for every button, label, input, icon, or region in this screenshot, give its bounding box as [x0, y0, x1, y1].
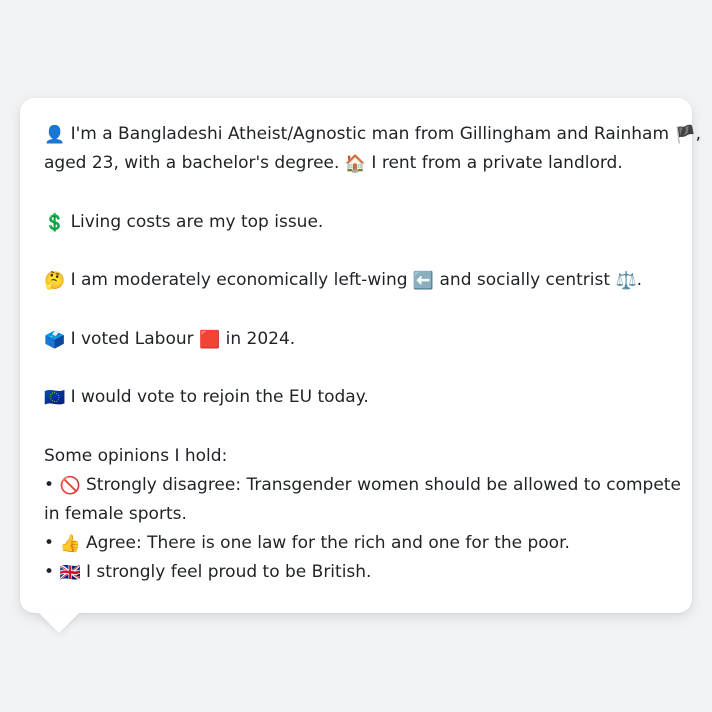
prohibited-icon: 🚫 [59, 475, 81, 496]
opinion-text: I strongly feel proud to be British. [86, 561, 372, 582]
opinion-item: • 👍 Agree: There is one law for the rich… [44, 529, 672, 558]
profile-identity-text: I'm a Bangladeshi Atheist/Agnostic man f… [70, 124, 670, 144]
ballot-box-icon: 🗳️ [44, 329, 66, 350]
ideology-social-text: and socially centrist [439, 270, 611, 290]
thinking-face-icon: 🤔 [44, 271, 66, 291]
vote-text-a: I voted Labour [70, 328, 194, 349]
person-silhouette-icon: 👤 [44, 125, 66, 145]
uk-flag-icon: 🇬🇧 [59, 562, 81, 583]
opinions-heading: Some opinions I hold: [44, 445, 228, 466]
balance-scale-icon: ⚖️ [615, 271, 637, 291]
opinion-item: • 🚫 Strongly disagree: Transgender women… [44, 471, 681, 500]
vote-line: 🗳️ I voted Labour 🟥 in 2024. [44, 325, 672, 354]
dollar-sign-icon: 💲 [44, 212, 66, 233]
top-issue-line: 💲 Living costs are my top issue. [44, 208, 672, 237]
bullet: • [44, 474, 55, 495]
speech-bubble-tail [38, 612, 80, 633]
profile-line-2: aged 23, with a bachelor's degree. 🏠 I r… [44, 149, 672, 178]
profile-age-education-text: aged 23, with a bachelor's degree. [44, 153, 340, 173]
opinion-item-continuation: in female sports. [44, 503, 187, 524]
profile-housing-text: I rent from a private landlord. [371, 153, 623, 173]
opinion-text: Agree: There is one law for the rich and… [86, 532, 570, 553]
england-flag-icon: 🏴 [674, 125, 696, 145]
opinion-item: • 🇬🇧 I strongly feel proud to be British… [44, 558, 672, 587]
persona-message-bubble: 👤 I'm a Bangladeshi Atheist/Agnostic man… [20, 98, 701, 613]
ideology-line: 🤔 I am moderately economically left-wing… [44, 266, 672, 295]
profile-comma: , [695, 124, 702, 144]
eu-flag-icon: 🇪🇺 [44, 388, 66, 408]
ideology-period: . [636, 270, 643, 290]
profile-line-1: 👤 I'm a Bangladeshi Atheist/Agnostic man… [44, 120, 701, 149]
bullet: • [44, 561, 55, 582]
eu-text: I would vote to rejoin the EU today. [70, 387, 369, 407]
ideology-economic-text: I am moderately economically left-wing [70, 270, 408, 290]
house-icon: 🏠 [344, 154, 366, 174]
bullet: • [44, 532, 55, 553]
opinion-text: Strongly disagree: Transgender women sho… [86, 474, 681, 495]
thumbs-up-icon: 👍 [59, 533, 81, 554]
vote-text-b: in 2024. [225, 328, 296, 349]
red-square-icon: 🟥 [199, 329, 221, 350]
top-issue-text: Living costs are my top issue. [70, 211, 324, 232]
eu-line: 🇪🇺 I would vote to rejoin the EU today. [44, 383, 672, 412]
left-arrow-icon: ⬅️ [412, 271, 435, 291]
